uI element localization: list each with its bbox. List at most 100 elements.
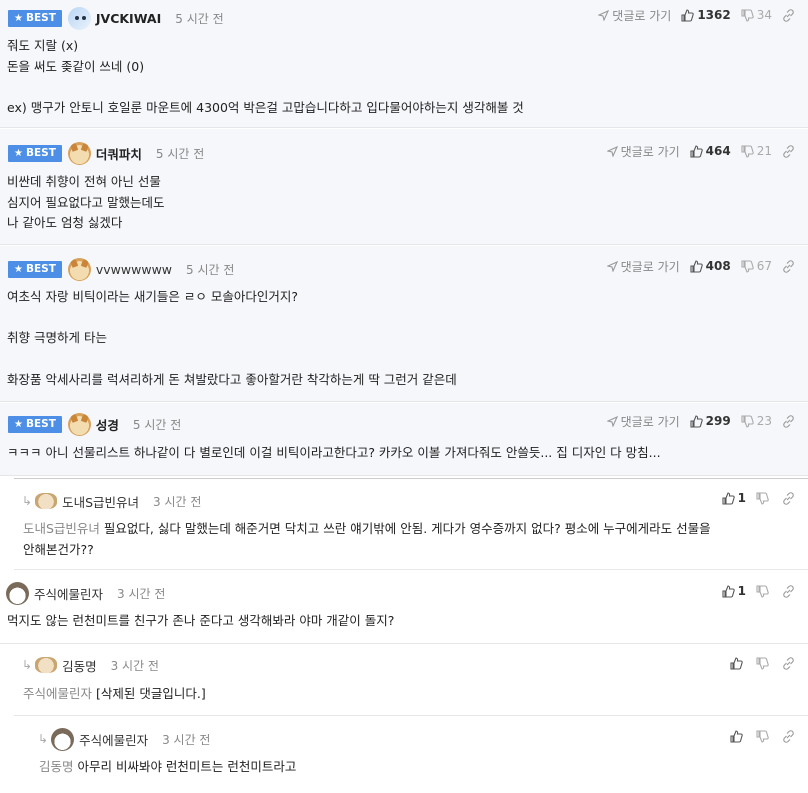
thumbs-up-icon [690,144,703,158]
thumbs-up-icon [681,8,695,22]
star-icon: ★ [14,263,23,275]
best-badge: ★ BEST [8,260,62,278]
avatar[interactable] [6,581,29,605]
thumbs-up-icon [730,729,743,743]
share-link-button[interactable] [782,491,798,505]
comment-author[interactable]: 성경 [96,415,119,434]
link-icon [783,259,794,273]
comment-body: 주식에물린자 [삭제된 댓글입니다.] [23,686,206,701]
avatar[interactable] [35,657,58,673]
comment-item: ★ BEST 더쿼파치 5 시간 전 댓글로 가기 464 21 비싼데 취향이 … [0,129,808,245]
comment-item: 주식에물린자 3 시간 전 1 먹지도 않는 런천미트를 친구가 존나 준다고 … [0,571,808,644]
thumbs-up-icon [722,584,735,598]
comment-author[interactable]: 주식에물린자 [34,584,103,603]
thumbs-up-icon [690,259,703,273]
reply-arrow-icon: ↳ [38,732,49,746]
comment-time: 3 시간 전 [162,732,211,747]
mention-link[interactable]: 도내S급빈유녀 [23,521,100,536]
dislike-button[interactable] [756,729,772,743]
comment-time: 3 시간 전 [117,586,166,601]
link-icon [783,8,794,22]
thumbs-up-icon [730,656,743,670]
share-link-button[interactable] [782,144,798,158]
reply-link[interactable]: 댓글로 가기 [598,7,671,24]
thumbs-down-icon [756,656,769,670]
thumbs-down-icon [756,491,769,505]
avatar[interactable] [67,412,91,436]
avatar[interactable] [67,6,91,30]
thumbs-up-icon [722,491,735,505]
thumbs-down-icon [741,259,754,273]
share-link-button[interactable] [782,8,798,22]
like-button[interactable]: 1 [722,584,746,598]
link-icon [783,144,794,158]
like-button[interactable]: 464 [690,144,731,158]
thumbs-down-icon [756,729,769,743]
send-icon [606,415,618,427]
comment-author[interactable]: 도내S급빈유녀 [62,492,139,511]
comment-body: ㅋㅋㅋ 아니 선물리스트 하나같이 다 별로인데 이걸 비틱이라고한다고? 카카… [7,445,661,460]
comment-time: 5 시간 전 [186,262,235,277]
share-link-button[interactable] [782,729,798,743]
comment-body: 먹지도 않는 런천미트를 친구가 존나 준다고 생각해봐라 야마 개같이 돌지? [7,613,395,628]
comment-time: 5 시간 전 [175,11,224,26]
like-button[interactable]: 299 [690,414,731,428]
comment-author[interactable]: 더쿼파치 [96,144,142,163]
link-icon [783,414,794,428]
like-button[interactable] [730,656,746,670]
thumbs-down-icon [756,584,769,598]
star-icon: ★ [14,147,23,159]
star-icon: ★ [14,12,23,24]
like-button[interactable]: 1 [722,491,746,505]
dislike-button[interactable] [756,656,772,670]
share-link-button[interactable] [782,414,798,428]
comment-time: 3 시간 전 [153,494,202,509]
avatar[interactable] [35,493,58,509]
mention-link[interactable]: 김동명 [39,759,74,774]
comment-item: ★ BEST JVCKIWAI 5 시간 전 댓글로 가기 1362 34 줘도 … [0,0,808,128]
like-button[interactable]: 1362 [681,8,731,22]
comment-body: 도내S급빈유녀 필요없다, 싫다 말했는데 해준거면 닥치고 쓰란 얘기밖에 안… [23,521,711,557]
comment-item: ↳ 김동명 3 시간 전 주식에물린자 [삭제된 댓글입니다.] [14,645,808,716]
share-link-button[interactable] [782,656,798,670]
comment-body: 비싼데 취향이 전혀 아닌 선물 심지어 필요없다고 말했는데도 나 같아도 엄청 … [7,174,165,231]
thumbs-up-icon [690,414,703,428]
comment-body: 김동명 아무리 비싸봐야 런천미트는 런천미트라고 [39,759,297,774]
comment-author[interactable]: 주식에물린자 [79,730,148,749]
comment-item: ★ BEST 성경 5 시간 전 댓글로 가기 299 23 ㅋㅋㅋ 아니 선물리… [0,403,808,476]
share-link-button[interactable] [782,259,798,273]
dislike-button[interactable] [756,491,772,505]
comment-body: 여초식 자랑 비틱이라는 새기들은 ㄹㅇ 모솔아다인거지? 취향 극명하게 타는… [7,289,457,387]
thumbs-down-icon [741,414,754,428]
like-button[interactable]: 408 [690,259,731,273]
comment-author[interactable]: 김동명 [62,656,97,675]
star-icon: ★ [14,418,23,430]
best-badge: ★ BEST [8,9,62,27]
comment-time: 5 시간 전 [132,417,182,432]
send-icon [606,260,618,272]
thumbs-down-icon [741,8,754,22]
link-icon [783,491,794,505]
reply-link[interactable]: 댓글로 가기 [606,258,680,275]
mention-link[interactable]: 주식에물린자 [23,686,92,701]
share-link-button[interactable] [782,584,798,598]
link-icon [783,584,794,598]
dislike-button[interactable]: 67 [741,259,772,273]
dislike-button[interactable]: 21 [741,144,772,158]
link-icon [783,729,794,743]
dislike-button[interactable] [756,584,772,598]
comment-body: 줘도 지랄 (x) 돈을 써도 좆같이 쓰네 (0) ex) 맹구가 안토니 호일… [7,38,524,116]
best-badge: ★ BEST [8,144,62,162]
avatar[interactable] [51,727,75,751]
comment-time: 5 시간 전 [155,146,205,161]
reply-link[interactable]: 댓글로 가기 [606,413,680,430]
like-button[interactable] [730,729,746,743]
dislike-button[interactable]: 23 [741,414,772,428]
thumbs-down-icon [741,144,754,158]
avatar[interactable] [67,141,91,165]
reply-link[interactable]: 댓글로 가기 [606,143,680,160]
avatar[interactable] [67,257,91,281]
dislike-button[interactable]: 34 [741,8,772,22]
comment-author[interactable]: vvwwwwww [96,262,172,277]
comment-author[interactable]: JVCKIWAI [96,11,161,26]
